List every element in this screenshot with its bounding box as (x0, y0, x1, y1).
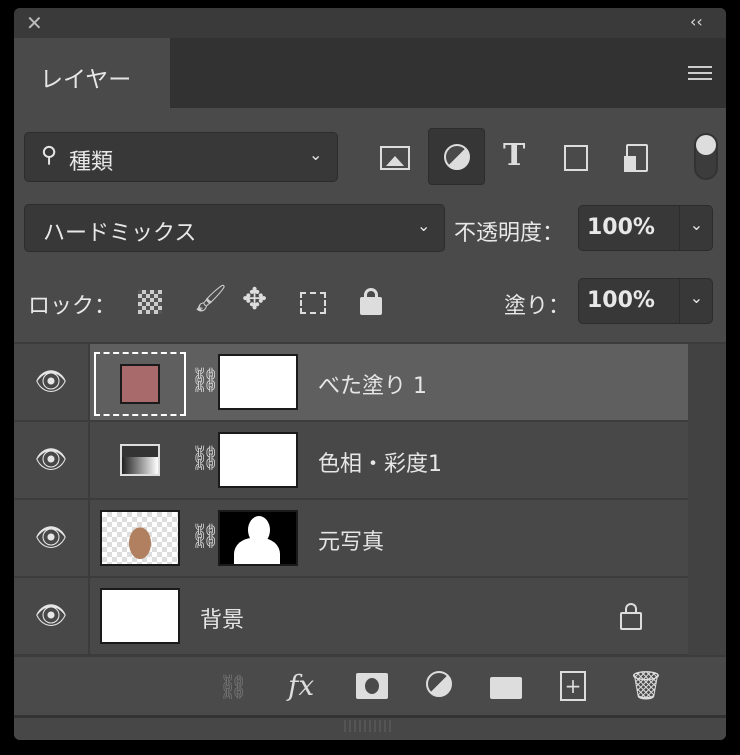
layer-row-hue-saturation[interactable]: 👁︎ ⛓︎ 色相・彩度1 (14, 422, 688, 500)
hue-saturation-icon (120, 444, 160, 476)
fill-color-swatch[interactable] (120, 364, 160, 404)
panel-footer: ⛓︎ fx + 🗑︎ (14, 655, 726, 715)
tab-label: レイヤー (40, 67, 132, 93)
new-adjustment-icon[interactable] (426, 671, 452, 697)
double-chevron-left-icon[interactable]: ‹‹ (690, 12, 703, 31)
layer-lock-icon[interactable] (620, 603, 642, 630)
new-group-icon[interactable] (490, 677, 522, 699)
layer-name[interactable]: 元写真 (318, 524, 384, 556)
chain-link-icon[interactable]: ⛓︎ (190, 444, 220, 472)
fill-input[interactable]: 100% ⌄ (578, 278, 713, 324)
close-icon[interactable]: ✕ (26, 11, 43, 35)
lock-transparent-icon[interactable] (138, 290, 162, 314)
filter-kind-label: 種類 (69, 150, 114, 175)
layer-name[interactable]: 色相・彩度1 (318, 446, 442, 478)
type-filter-icon[interactable]: T (503, 138, 525, 173)
fill-chevron-icon[interactable]: ⌄ (679, 279, 713, 323)
resize-grip[interactable] (14, 715, 726, 740)
fill-value: 100% (587, 288, 655, 313)
opacity-value: 100% (587, 215, 655, 240)
new-layer-icon[interactable]: + (560, 671, 586, 701)
delete-icon[interactable]: 🗑︎ (628, 669, 664, 702)
layer-row-fill[interactable]: 👁︎ ⛓︎ べた塗り 1 (14, 344, 688, 422)
opacity-input[interactable]: 100% ⌄ (578, 205, 713, 251)
fx-icon[interactable]: fx (288, 669, 314, 702)
chain-link-icon[interactable]: ⛓︎ (190, 522, 220, 550)
lock-all-icon[interactable] (360, 288, 382, 315)
layer-name[interactable]: 背景 (200, 602, 244, 634)
link-layers-icon[interactable]: ⛓︎ (218, 673, 248, 701)
fill-label: 塗り： (504, 294, 571, 319)
opacity-label: 不透明度： (454, 221, 565, 246)
hamburger-menu-icon[interactable] (688, 66, 712, 80)
blend-mode-dropdown[interactable]: ハードミックス ⌄ (24, 204, 445, 252)
tab-layers[interactable]: レイヤー (14, 38, 170, 108)
filter-toggle[interactable] (694, 133, 718, 180)
search-icon: ⚲ (41, 143, 58, 168)
scrollbar-track[interactable] (688, 344, 726, 657)
smart-object-filter-icon[interactable] (624, 144, 648, 172)
layer-mask-thumbnail[interactable] (218, 510, 298, 566)
tab-bar: レイヤー (14, 38, 726, 108)
image-filter-icon[interactable] (380, 146, 410, 170)
lock-position-move-icon[interactable]: ✥ (242, 282, 267, 317)
eye-icon[interactable]: 👁︎ (14, 578, 90, 654)
add-mask-icon[interactable] (356, 673, 388, 699)
eye-icon[interactable]: 👁︎ (14, 500, 90, 576)
adjustment-filter-icon[interactable] (428, 128, 485, 185)
layer-row-photo[interactable]: 👁︎ ⛓︎ 元写真 (14, 500, 688, 578)
lock-artboard-icon[interactable] (300, 292, 326, 314)
opacity-chevron-icon[interactable]: ⌄ (679, 206, 713, 250)
layer-mask-thumbnail[interactable] (218, 354, 298, 410)
photo-thumbnail[interactable] (100, 510, 180, 566)
blend-mode-value: ハードミックス (43, 221, 197, 246)
lock-label: ロック： (28, 294, 117, 319)
layer-row-background[interactable]: 👁︎ 背景 (14, 578, 688, 656)
eye-icon[interactable]: 👁︎ (14, 344, 90, 420)
layer-name[interactable]: べた塗り 1 (318, 368, 427, 400)
layers-panel: ✕ ‹‹ レイヤー ⚲ 種類 ⌄ T ハードミックス ⌄ 不透明度： 100% … (14, 8, 726, 740)
title-bar: ✕ ‹‹ (14, 8, 726, 38)
layer-thumbnail[interactable] (100, 588, 180, 644)
chevron-down-icon: ⌄ (309, 145, 323, 164)
chain-link-icon[interactable]: ⛓︎ (190, 366, 220, 394)
shape-filter-icon[interactable] (564, 145, 588, 171)
lock-image-brush-icon[interactable]: 🖌︎ (194, 284, 227, 314)
filter-kind-dropdown[interactable]: ⚲ 種類 ⌄ (24, 132, 338, 182)
chevron-down-icon: ⌄ (417, 216, 431, 235)
layer-mask-thumbnail[interactable] (218, 432, 298, 488)
layers-list: 👁︎ ⛓︎ べた塗り 1 👁︎ ⛓︎ 色相・彩度1 👁︎ ⛓︎ 元写真 👁︎ 背… (14, 342, 726, 657)
eye-icon[interactable]: 👁︎ (14, 422, 90, 498)
